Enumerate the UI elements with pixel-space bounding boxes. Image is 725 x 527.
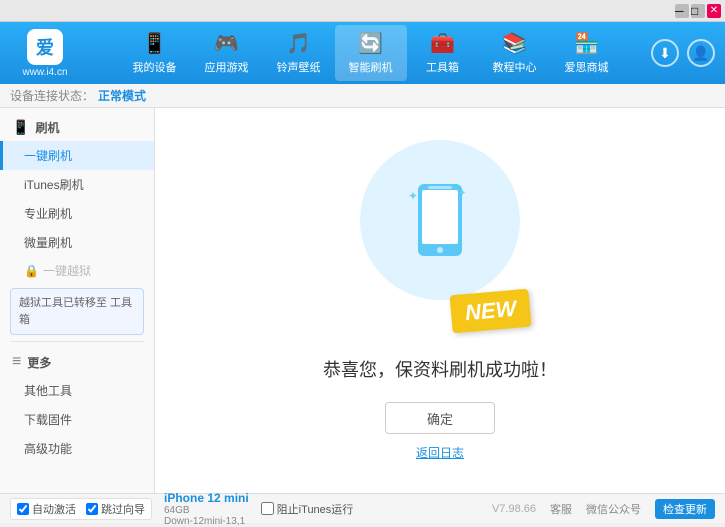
nav-item-apps[interactable]: 🎮 应用游戏: [191, 25, 263, 81]
sidebar-item-one-click-flash[interactable]: 一键刷机: [0, 141, 154, 170]
auto-activate-checkbox[interactable]: [17, 503, 29, 515]
statusbar: 设备连接状态： 正常模式: [0, 84, 725, 108]
minimize-button[interactable]: ─: [675, 4, 689, 18]
stop-itunes-checkbox[interactable]: [261, 502, 274, 515]
stop-itunes-section: 阻止iTunes运行: [261, 501, 354, 517]
sidebar-item-micro-flash-label: 微量刷机: [24, 236, 72, 250]
more-section-icon: ≡: [12, 353, 21, 371]
sidebar-item-itunes-flash-label: iTunes刷机: [24, 178, 84, 192]
sidebar-advanced-label: 高级功能: [24, 442, 72, 456]
nav-item-my-device-label: 我的设备: [133, 59, 177, 75]
phone-svg: ✦ ✦: [400, 180, 480, 260]
bottombar-right: V7.98.66 客服 微信公众号 检查更新: [492, 499, 715, 519]
store-icon: 🏪: [574, 31, 599, 56]
sidebar-item-micro-flash[interactable]: 微量刷机: [0, 228, 154, 257]
sidebar-divider: [10, 341, 144, 342]
main-area: 📱 刷机 一键刷机 iTunes刷机 专业刷机 微量刷机 🔒 一键越狱 越狱工具…: [0, 108, 725, 493]
nav-item-smart-shop-label: 智能刷机: [349, 59, 393, 75]
version-label: V7.98.66: [492, 503, 536, 515]
nav-item-ringtones[interactable]: 🎵 铃声壁纸: [263, 25, 335, 81]
nav-item-ringtones-label: 铃声壁纸: [277, 59, 321, 75]
my-device-icon: 📱: [142, 31, 167, 56]
sidebar-item-one-click-flash-label: 一键刷机: [24, 149, 72, 163]
nav-item-store[interactable]: 🏪 爱思商城: [551, 25, 623, 81]
nav-item-smart-shop[interactable]: 🔄 智能刷机: [335, 25, 407, 81]
auto-activate-label: 自动激活: [32, 501, 76, 517]
sidebar-item-pro-flash[interactable]: 专业刷机: [0, 199, 154, 228]
sidebar-item-other-tools[interactable]: 其他工具: [0, 376, 154, 405]
stop-itunes-label: 阻止iTunes运行: [277, 501, 354, 517]
bottombar-checkboxes: 自动激活 跳过向导: [10, 498, 152, 520]
nav-items: 📱 我的设备 🎮 应用游戏 🎵 铃声壁纸 🔄 智能刷机 🧰 工具箱 📚 教程中心…: [90, 25, 651, 81]
sidebar-section-flash: 📱 刷机: [0, 114, 154, 141]
flash-section-icon: 📱: [12, 119, 29, 136]
confirm-button[interactable]: 确定: [385, 402, 495, 434]
nav-item-toolbox[interactable]: 🧰 工具箱: [407, 25, 479, 81]
sidebar-section2-title-label: 更多: [27, 354, 51, 371]
phone-circle: ✦ ✦: [360, 140, 520, 300]
maximize-button[interactable]: □: [691, 4, 705, 18]
nav-item-store-label: 爱思商城: [565, 59, 609, 75]
ringtones-icon: 🎵: [286, 31, 311, 56]
nav-right-buttons: ⬇ 👤: [651, 39, 715, 67]
svg-text:✦: ✦: [408, 189, 418, 203]
back-link[interactable]: 返回日志: [416, 444, 464, 461]
logo-icon: 爱: [27, 29, 63, 65]
nav-item-my-device[interactable]: 📱 我的设备: [119, 25, 191, 81]
close-button[interactable]: ✕: [707, 4, 721, 18]
logo-url: www.i4.cn: [22, 67, 67, 78]
status-value: 正常模式: [98, 87, 146, 104]
new-badge: NEW: [449, 289, 531, 334]
nav-item-tutorial-label: 教程中心: [493, 59, 537, 75]
tutorial-icon: 📚: [502, 31, 527, 56]
navbar: 爱 www.i4.cn 📱 我的设备 🎮 应用游戏 🎵 铃声壁纸 🔄 智能刷机 …: [0, 22, 725, 84]
device-model: Down-12mini-13,1: [164, 516, 249, 527]
sidebar-item-itunes-flash[interactable]: iTunes刷机: [0, 170, 154, 199]
skip-wizard-checkbox[interactable]: [86, 503, 98, 515]
wechat-link[interactable]: 微信公众号: [586, 501, 641, 517]
sidebar-item-download-firmware[interactable]: 下载固件: [0, 405, 154, 434]
sidebar-download-firmware-label: 下载固件: [24, 413, 72, 427]
smart-shop-icon: 🔄: [358, 31, 383, 56]
sidebar-disabled-label: 一键越狱: [43, 262, 91, 279]
nav-item-toolbox-label: 工具箱: [426, 59, 459, 75]
status-label: 设备连接状态：: [10, 87, 94, 104]
content-area: ✦ ✦ NEW 恭喜您，保资料刷机成功啦！ 确定 返回日志: [155, 108, 725, 493]
nav-logo[interactable]: 爱 www.i4.cn: [10, 29, 80, 78]
device-storage: 64GB: [164, 505, 249, 516]
sidebar-notice: 越狱工具已转移至 工具箱: [10, 288, 144, 335]
bottombar: 自动激活 跳过向导 iPhone 12 mini 64GB Down-12min…: [0, 493, 725, 523]
sidebar-item-pro-flash-label: 专业刷机: [24, 207, 72, 221]
lock-icon: 🔒: [24, 264, 39, 278]
toolbox-icon: 🧰: [430, 31, 455, 56]
confirm-button-label: 确定: [427, 409, 453, 428]
skip-wizard-label: 跳过向导: [101, 501, 145, 517]
user-button[interactable]: 👤: [687, 39, 715, 67]
auto-activate-checkbox-label[interactable]: 自动激活: [17, 501, 76, 517]
sidebar-item-advanced[interactable]: 高级功能: [0, 434, 154, 463]
sidebar-section1-title: 刷机: [35, 119, 59, 136]
sidebar-item-jailbreak-disabled: 🔒 一键越狱: [0, 257, 154, 284]
service-link[interactable]: 客服: [550, 501, 572, 517]
download-button[interactable]: ⬇: [651, 39, 679, 67]
skip-wizard-checkbox-label[interactable]: 跳过向导: [86, 501, 145, 517]
titlebar: ─ □ ✕: [0, 0, 725, 22]
update-button[interactable]: 检查更新: [655, 499, 715, 519]
device-info-section: iPhone 12 mini 64GB Down-12mini-13,1: [164, 491, 249, 527]
svg-text:✦: ✦: [458, 188, 466, 199]
nav-item-apps-label: 应用游戏: [205, 59, 249, 75]
sidebar-other-tools-label: 其他工具: [24, 384, 72, 398]
sidebar: 📱 刷机 一键刷机 iTunes刷机 专业刷机 微量刷机 🔒 一键越狱 越狱工具…: [0, 108, 155, 493]
apps-icon: 🎮: [214, 31, 239, 56]
success-illustration: ✦ ✦ NEW: [340, 140, 540, 340]
sidebar-section-more: ≡ 更多: [0, 348, 154, 376]
bottombar-left: 自动激活 跳过向导 iPhone 12 mini 64GB Down-12min…: [10, 491, 353, 527]
success-message: 恭喜您，保资料刷机成功啦！: [323, 356, 557, 382]
sidebar-notice-text: 越狱工具已转移至 工具箱: [19, 297, 132, 326]
nav-item-tutorial[interactable]: 📚 教程中心: [479, 25, 551, 81]
